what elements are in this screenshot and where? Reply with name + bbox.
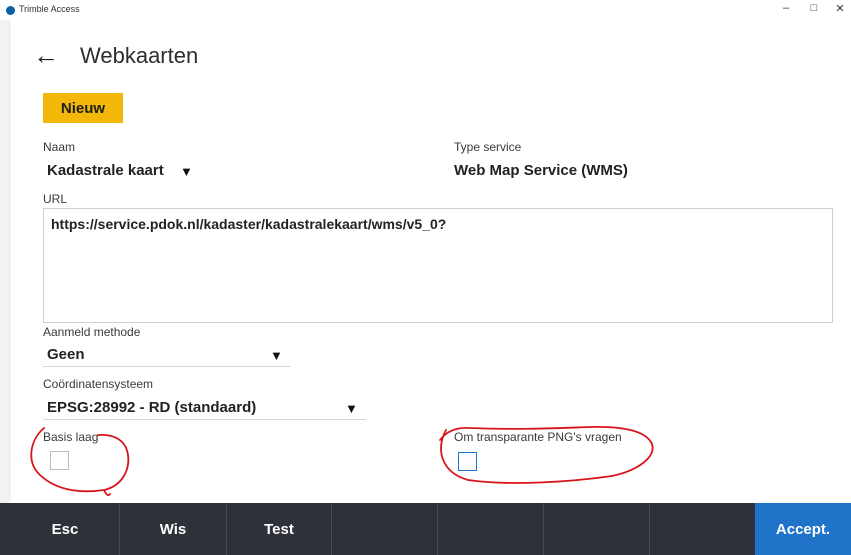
close-icon[interactable]: ✕ <box>830 2 850 15</box>
url-value: https://service.pdok.nl/kadaster/kadastr… <box>51 216 447 232</box>
transparent-png-label: Om transparante PNG's vragen <box>454 430 622 444</box>
chevron-down-icon: ▼ <box>345 401 358 416</box>
window-titlebar: Trimble Access – □ ✕ <box>0 0 851 20</box>
softkey-divider <box>437 503 438 555</box>
base-layer-label: Basis laag <box>43 430 99 444</box>
crs-label: Coördinatensysteem <box>43 377 154 391</box>
back-arrow-icon[interactable]: ← <box>33 40 59 70</box>
login-method-dropdown[interactable]: Geen ▼ <box>43 344 291 367</box>
crs-dropdown[interactable]: EPSG:28992 - RD (standaard) ▼ <box>43 397 366 420</box>
base-layer-checkbox[interactable] <box>50 451 69 470</box>
trimble-logo-icon <box>6 6 15 15</box>
accept-button[interactable]: Accept. <box>755 503 851 555</box>
window-title: Trimble Access <box>19 4 80 14</box>
name-label: Naam <box>43 140 76 154</box>
page-title: Webkaarten <box>80 43 199 68</box>
esc-button[interactable]: Esc <box>11 503 119 555</box>
transparent-png-checkbox[interactable] <box>458 452 477 471</box>
login-method-value: Geen <box>47 346 85 363</box>
crs-value: EPSG:28992 - RD (standaard) <box>47 399 257 416</box>
softkey-divider <box>649 503 650 555</box>
chevron-down-icon: ▼ <box>270 348 283 363</box>
test-button[interactable]: Test <box>227 503 331 555</box>
login-method-label: Aanmeld methode <box>43 325 141 339</box>
name-dropdown[interactable]: Kadastrale kaart ▼ <box>43 160 204 182</box>
service-type-value: Web Map Service (WMS) <box>454 162 628 179</box>
softkey-divider <box>543 503 544 555</box>
chevron-down-icon: ▼ <box>180 164 193 179</box>
left-edge-strip <box>0 20 11 503</box>
maximize-icon[interactable]: □ <box>804 2 824 14</box>
url-label: URL <box>43 192 68 206</box>
new-button[interactable]: Nieuw <box>43 93 123 123</box>
name-value: Kadastrale kaart <box>47 162 164 179</box>
minimize-icon[interactable]: – <box>776 2 796 14</box>
softkey-divider <box>331 503 332 555</box>
service-type-label: Type service <box>454 140 522 154</box>
url-field[interactable]: https://service.pdok.nl/kadaster/kadastr… <box>43 208 833 323</box>
clear-button[interactable]: Wis <box>120 503 226 555</box>
